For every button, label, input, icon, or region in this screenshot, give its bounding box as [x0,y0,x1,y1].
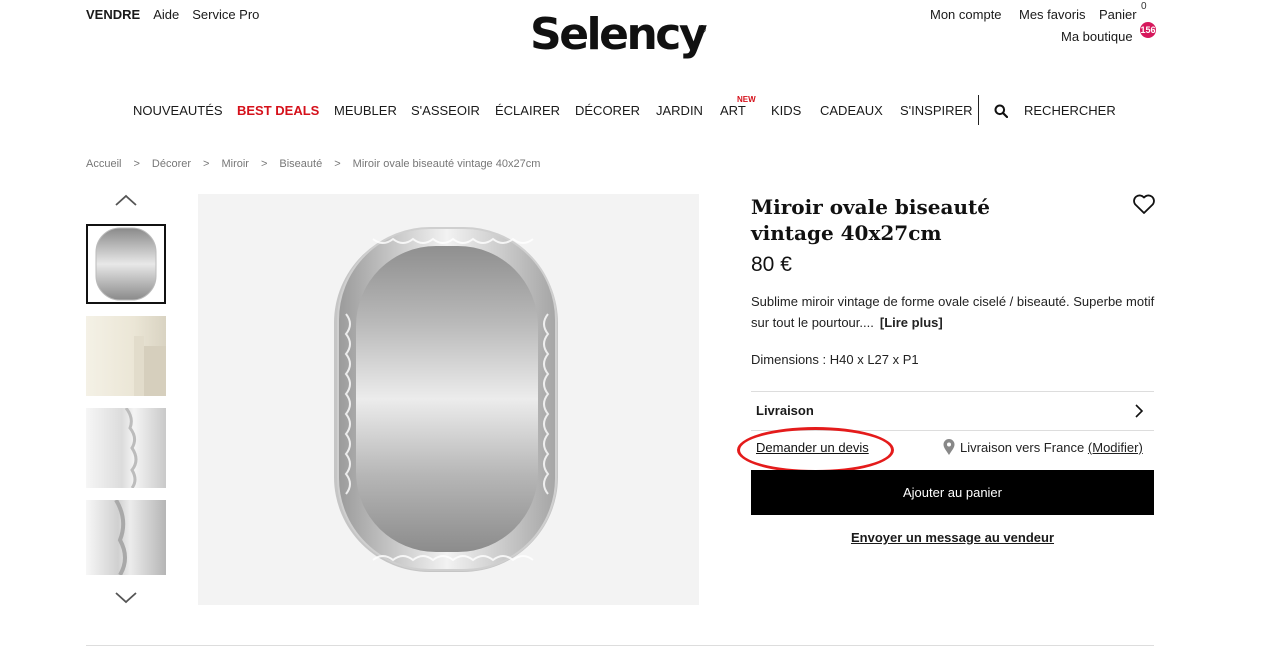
thumbnail-bevel-image [114,500,127,575]
breadcrumb-decor[interactable]: Décorer [152,158,191,170]
nav-item-garden[interactable]: JARDIN [656,103,703,118]
nav-item-seating[interactable]: S'ASSEOIR [411,103,480,118]
cart-link[interactable]: Panier [1099,7,1137,22]
sell-link[interactable]: VENDRE [86,7,140,22]
breadcrumb-separator: > [260,158,268,170]
main-product-image[interactable] [198,194,699,605]
breadcrumb: Accueil > Décorer > Miroir > Biseauté > … [86,158,540,170]
gallery-thumbnail-1[interactable] [86,224,166,304]
modify-shipping-link[interactable]: (Modifier) [1088,440,1143,455]
search-icon[interactable] [994,104,1008,118]
breadcrumb-current: Miroir ovale biseauté vintage 40x27cm [352,158,541,170]
nav-item-new[interactable]: NOUVEAUTÉS [133,103,223,118]
account-link[interactable]: Mon compte [930,7,1002,22]
product-title: Miroir ovale biseauté vintage 40x27cm [751,194,1051,246]
thumbnail-mirror-image [88,226,164,302]
thumbnail-room-image [134,336,166,396]
cart-count: 0 [1141,1,1147,12]
breadcrumb-home[interactable]: Accueil [86,158,121,170]
product-description: Sublime miroir vintage de forme ovale ci… [751,291,1161,333]
breadcrumb-beveled[interactable]: Biseauté [279,158,322,170]
logo-registered-mark: ® [698,24,707,36]
add-to-cart-button[interactable]: Ajouter au panier [751,470,1154,515]
read-more-link[interactable]: [Lire plus] [880,315,943,330]
nav-item-art[interactable]: ART [720,103,746,118]
top-links: VENDRE Aide Service Pro [86,7,259,22]
nav-item-inspire[interactable]: S'INSPIRER [900,103,973,118]
chevron-down-icon[interactable] [114,591,138,605]
delivery-label: Livraison [756,403,814,418]
shipping-destination: Livraison vers France (Modifier) [960,440,1143,455]
mirror-illustration [334,227,558,572]
breadcrumb-separator: > [334,158,341,170]
annotation-circle [737,427,894,473]
page-bottom-divider [86,645,1154,646]
product-title-line-1: Miroir ovale biseauté [751,195,990,219]
description-text: Sublime miroir vintage de forme ovale ci… [751,294,1155,330]
nav-item-decor[interactable]: DÉCORER [575,103,640,118]
nav-item-gifts[interactable]: CADEAUX [820,103,883,118]
nav-item-kids[interactable]: KIDS [771,103,801,118]
product-dimensions: Dimensions : H40 x L27 x P1 [751,352,919,367]
thumbnail-detail-image [124,408,138,488]
product-title-line-2: vintage 40x27cm [751,221,942,245]
shipping-text: Livraison vers France [960,440,1085,455]
search-link[interactable]: RECHERCHER [1024,103,1116,118]
gallery-thumbnail-4[interactable] [86,500,166,575]
logo[interactable]: Selency [530,10,708,60]
delivery-row[interactable]: Livraison [751,392,1154,430]
favorites-link[interactable]: Mes favoris [1019,7,1085,22]
nav-item-best-deals[interactable]: BEST DEALS [237,103,319,118]
heart-icon[interactable] [1132,193,1156,215]
nav-item-furnish[interactable]: MEUBLER [334,103,397,118]
product-price: 80 € [751,253,792,276]
gallery-thumbnail-2[interactable] [86,316,166,396]
message-seller-link[interactable]: Envoyer un message au vendeur [751,530,1154,545]
nav-divider [978,95,979,125]
help-link[interactable]: Aide [153,7,179,22]
chevron-up-icon[interactable] [114,193,138,207]
shop-notification-badge: 156 [1140,22,1156,38]
pro-service-link[interactable]: Service Pro [192,7,259,22]
breadcrumb-separator: > [203,158,210,170]
breadcrumb-mirror[interactable]: Miroir [221,158,249,170]
new-badge: NEW [737,95,756,104]
shop-link[interactable]: Ma boutique [1061,29,1133,44]
location-pin-icon [943,439,955,455]
breadcrumb-separator: > [133,158,140,170]
nav-item-lighting[interactable]: ÉCLAIRER [495,103,560,118]
gallery-thumbnail-3[interactable] [86,408,166,488]
chevron-right-icon [1135,404,1144,418]
